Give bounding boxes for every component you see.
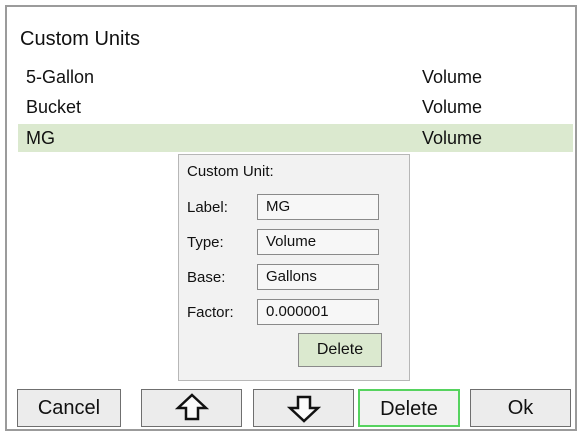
ok-button[interactable]: Ok <box>470 389 571 427</box>
base-field-label: Base: <box>187 269 226 286</box>
unit-type: Volume <box>422 128 483 148</box>
factor-field-value[interactable]: 0.000001 <box>257 299 379 325</box>
unit-name: MG <box>26 128 55 148</box>
popup-delete-button[interactable]: Delete <box>298 333 382 367</box>
type-field-value[interactable]: Volume <box>257 229 379 255</box>
type-field-label: Type: <box>187 234 224 251</box>
list-item[interactable]: 5-Gallon Volume <box>18 63 573 91</box>
selected-list-item[interactable]: MG Volume <box>18 124 573 152</box>
move-down-button[interactable] <box>253 389 354 427</box>
unit-name: Bucket <box>26 97 82 117</box>
label-field-value[interactable]: MG <box>257 194 379 220</box>
custom-unit-popup: Custom Unit: Label: MG Type: Volume Base… <box>178 154 410 381</box>
factor-field-label: Factor: <box>187 304 234 321</box>
unit-name: 5-Gallon <box>26 67 95 87</box>
custom-unit-heading: Custom Unit: <box>187 163 274 180</box>
arrow-down-icon <box>286 395 321 423</box>
move-up-button[interactable] <box>141 389 242 427</box>
delete-button[interactable]: Delete <box>358 389 460 427</box>
label-field-label: Label: <box>187 199 228 216</box>
cancel-button[interactable]: Cancel <box>17 389 121 427</box>
list-item[interactable]: Bucket Volume <box>18 93 573 121</box>
unit-type: Volume <box>422 67 483 87</box>
unit-type: Volume <box>422 97 483 117</box>
base-field-value[interactable]: Gallons <box>257 264 379 290</box>
page-title: Custom Units <box>20 28 141 50</box>
arrow-up-icon <box>174 393 209 421</box>
